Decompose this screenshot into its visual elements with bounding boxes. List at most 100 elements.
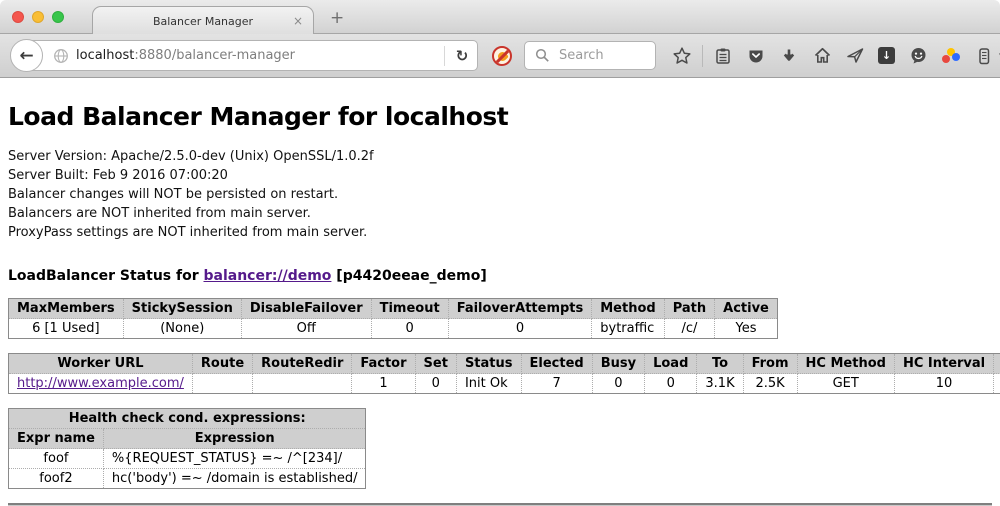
bookmark-star-icon[interactable] [672, 46, 692, 66]
cell-maxmembers: 6 [1 Used] [9, 319, 124, 339]
health-check-table: Health check cond. expressions: Expr nam… [8, 408, 366, 489]
cell-expression-foof: %{REQUEST_STATUS} =~ /^[234]/ [103, 449, 366, 469]
url-bar[interactable]: localhost:8880/balancer-manager ↻ [26, 40, 478, 71]
navigation-toolbar: ← localhost:8880/balancer-manager ↻ [0, 34, 1000, 78]
cell-path: /c/ [664, 319, 714, 339]
tab-title: Balancer Manager [153, 15, 253, 28]
worker-url-link[interactable]: http://www.example.com/ [17, 376, 184, 391]
close-window-button[interactable] [12, 11, 24, 23]
status-suffix: [p4420eeae_demo] [331, 268, 486, 284]
color-dots-extension-icon[interactable] [941, 46, 961, 66]
th-factor: Factor [352, 354, 415, 374]
cell-expression-foof2: hc('body') =~ /domain is established/ [103, 469, 366, 489]
cell-failoverattempts: 0 [448, 319, 592, 339]
server-info: Server Version: Apache/2.5.0-dev (Unix) … [8, 147, 992, 242]
send-plane-icon[interactable] [845, 46, 865, 66]
new-tab-button[interactable]: + [330, 8, 344, 28]
url-host: localhost [76, 48, 134, 63]
inherit-warning-line: Balancers are NOT inherited from main se… [8, 204, 992, 223]
zoom-window-button[interactable] [52, 11, 64, 23]
red-dot [942, 55, 950, 63]
loadbalancer-status-heading: LoadBalancer Status for balancer://demo … [8, 268, 992, 284]
cell-elected: 7 [521, 374, 592, 394]
status-prefix: LoadBalancer Status for [8, 268, 204, 284]
cell-passes: 1 (0) [994, 374, 1000, 394]
container-icon[interactable] [974, 46, 994, 66]
titlebar: Balancer Manager × + [0, 0, 1000, 34]
persist-warning-line: Balancer changes will NOT be persisted o… [8, 185, 992, 204]
th-elected: Elected [521, 354, 592, 374]
th-expr-name: Expr name [9, 429, 104, 449]
search-input[interactable] [557, 47, 647, 64]
cell-factor: 1 [352, 374, 415, 394]
cell-active: Yes [715, 319, 778, 339]
reading-list-icon[interactable] [713, 46, 733, 66]
cell-disablefailover: Off [241, 319, 371, 339]
cell-to: 3.1K [697, 374, 743, 394]
table-row: http://www.example.com/ 1 0 Init Ok 7 0 … [9, 374, 1000, 394]
th-from: From [743, 354, 797, 374]
toolbar-divider [702, 45, 703, 67]
toolbar-icons: ↓ [672, 45, 1000, 67]
table-row: foof %{REQUEST_STATUS} =~ /^[234]/ [9, 449, 366, 469]
search-icon [532, 46, 552, 66]
th-worker-url: Worker URL [9, 354, 193, 374]
cell-hc-interval: 10 [894, 374, 993, 394]
reload-button[interactable]: ↻ [447, 47, 477, 65]
th-disablefailover: DisableFailover [241, 299, 371, 319]
th-load: Load [645, 354, 697, 374]
pocket-icon[interactable] [746, 46, 766, 66]
cell-expr-name-foof: foof [9, 449, 104, 469]
th-path: Path [664, 299, 714, 319]
tab-close-icon[interactable]: × [293, 14, 303, 28]
cell-load: 0 [645, 374, 697, 394]
th-maxmembers: MaxMembers [9, 299, 124, 319]
page-title: Load Balancer Manager for localhost [8, 78, 992, 131]
th-to: To [697, 354, 743, 374]
search-bar[interactable] [524, 41, 656, 70]
url-text[interactable]: localhost:8880/balancer-manager [76, 48, 442, 63]
cell-busy: 0 [592, 374, 644, 394]
back-button[interactable]: ← [10, 39, 43, 72]
cell-expr-name-foof2: foof2 [9, 469, 104, 489]
minimize-window-button[interactable] [32, 11, 44, 23]
download-helper-icon[interactable]: ↓ [878, 47, 895, 64]
urlbar-divider [444, 46, 445, 66]
cell-set: 0 [415, 374, 456, 394]
cell-worker-url: http://www.example.com/ [9, 374, 193, 394]
th-failoverattempts: FailoverAttempts [448, 299, 592, 319]
chat-smiley-icon[interactable] [908, 46, 928, 66]
cell-route [192, 374, 252, 394]
th-routeredir: RouteRedir [253, 354, 352, 374]
balancer-summary-table: MaxMembers StickySession DisableFailover… [8, 298, 778, 339]
th-passes: Passes [994, 354, 1000, 374]
th-status: Status [456, 354, 521, 374]
server-version-line: Server Version: Apache/2.5.0-dev (Unix) … [8, 147, 992, 166]
table-header-row: Expr name Expression [9, 429, 366, 449]
cell-from: 2.5K [743, 374, 797, 394]
cell-status: Init Ok [456, 374, 521, 394]
th-set: Set [415, 354, 456, 374]
th-hc-interval: HC Interval [894, 354, 993, 374]
th-busy: Busy [592, 354, 644, 374]
table-title-row: Health check cond. expressions: [9, 409, 366, 429]
downloads-icon[interactable] [779, 46, 799, 66]
balancer-demo-link[interactable]: balancer://demo [204, 268, 332, 284]
table-header-row: MaxMembers StickySession DisableFailover… [9, 299, 778, 319]
flashblock-icon[interactable] [492, 46, 512, 66]
server-built-line: Server Built: Feb 9 2016 07:00:20 [8, 166, 992, 185]
cell-hc-method: GET [797, 374, 894, 394]
th-hc-method: HC Method [797, 354, 894, 374]
table-header-row: Worker URL Route RouteRedir Factor Set S… [9, 354, 1000, 374]
home-icon[interactable] [812, 46, 832, 66]
tab-balancer-manager[interactable]: Balancer Manager × [92, 6, 314, 35]
health-check-title: Health check cond. expressions: [9, 409, 366, 429]
cell-stickysession: (None) [123, 319, 241, 339]
th-timeout: Timeout [371, 299, 448, 319]
proxypass-warning-line: ProxyPass settings are NOT inherited fro… [8, 223, 992, 242]
traffic-lights [12, 11, 64, 23]
cell-routeredir [253, 374, 352, 394]
url-path: :8880/balancer-manager [134, 48, 295, 63]
th-expression: Expression [103, 429, 366, 449]
globe-icon [53, 48, 69, 64]
